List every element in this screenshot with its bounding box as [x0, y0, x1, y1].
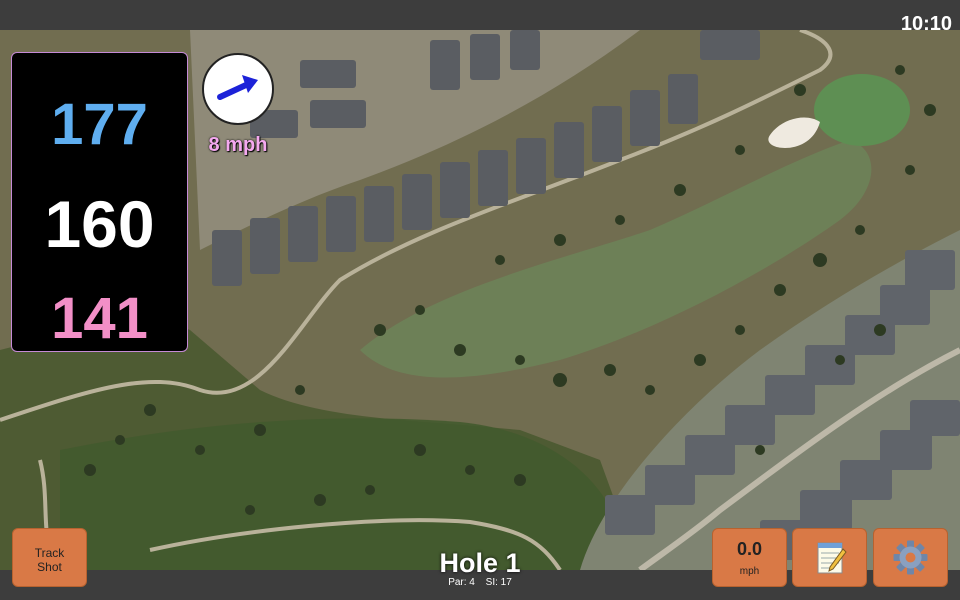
- status-bar: 10:10: [0, 0, 960, 35]
- track-shot-button[interactable]: Track Shot: [12, 528, 87, 587]
- center-yardage: 160: [44, 187, 155, 261]
- wind-arrow-icon: [217, 75, 258, 100]
- gear-icon: [893, 540, 928, 575]
- hole-par: Par: 4: [448, 577, 475, 588]
- yardage-panel: 177 160 141: [11, 52, 188, 352]
- hole-meta: Par: 4 SI: 17: [380, 577, 580, 588]
- shot-speed-button[interactable]: 0.0 mph: [712, 528, 787, 587]
- hole-title: Hole 1: [439, 548, 521, 578]
- notes-button[interactable]: [792, 528, 867, 587]
- notepad-icon: [817, 542, 847, 574]
- shot-speed-unit: mph: [739, 566, 760, 577]
- settings-button[interactable]: [873, 528, 948, 587]
- wind-speed-label: 8 mph: [208, 134, 268, 156]
- hole-stroke-index: SI: 17: [485, 577, 512, 588]
- track-shot-label-line1: Track: [34, 546, 65, 560]
- satellite-map[interactable]: 177 160 141 8 mph: [0, 30, 960, 570]
- back-yardage: 177: [51, 92, 148, 157]
- wind-direction-indicator: [202, 53, 274, 125]
- track-shot-label-line2: Shot: [37, 560, 62, 574]
- front-yardage: 141: [51, 286, 148, 351]
- shot-speed-value: 0.0: [736, 539, 763, 559]
